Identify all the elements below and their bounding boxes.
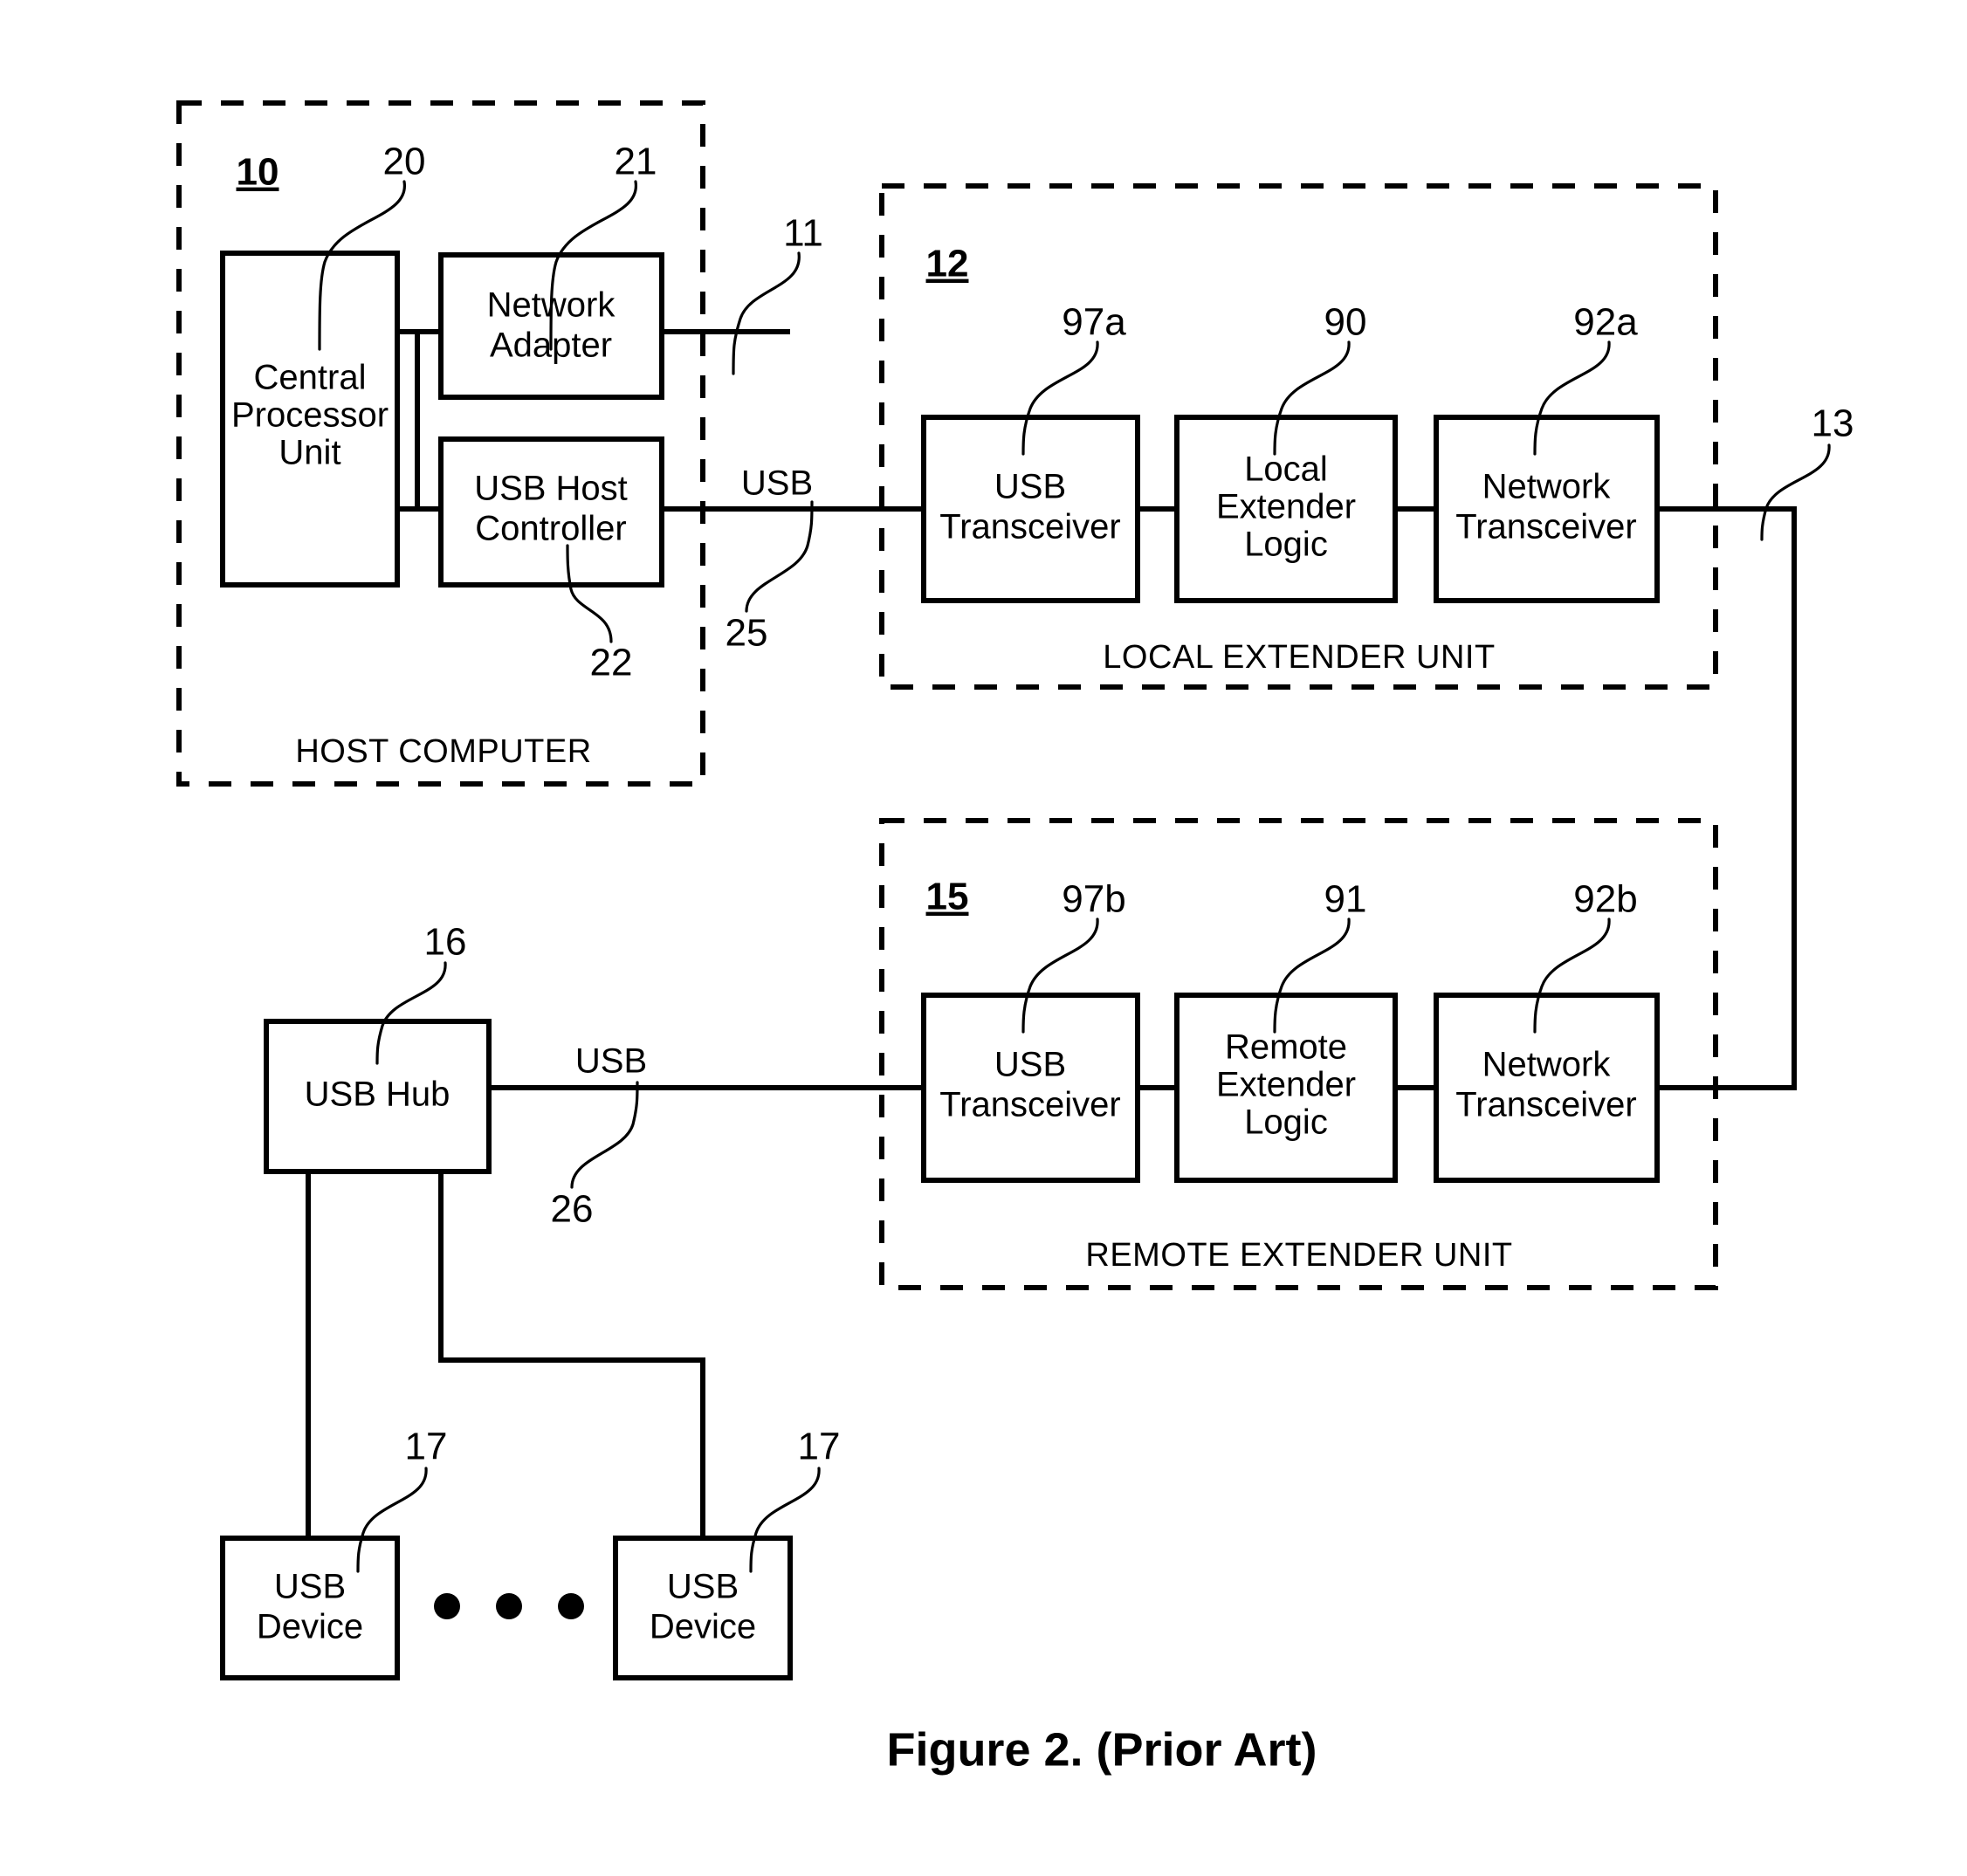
block-local-extender-logic-line1: Local	[1244, 450, 1328, 489]
block-local-network-transceiver-line1: Network	[1482, 468, 1612, 506]
ref-host-computer: 10	[237, 151, 279, 194]
block-local-network-transceiver-line2: Transceiver	[1455, 508, 1636, 546]
label-host-usb-bus: USB	[741, 464, 813, 503]
ref-network-adapter: 21	[615, 141, 657, 183]
block-cpu-line1: Central	[254, 359, 367, 397]
ref-usb-device-right: 17	[798, 1426, 841, 1468]
ellipsis-dot-2	[496, 1593, 522, 1619]
ref-local-network-transceiver: 92a	[1573, 301, 1638, 344]
block-remote-extender-logic-line3: Logic	[1244, 1103, 1328, 1142]
block-usb-device-right-line1: USB	[667, 1568, 739, 1606]
block-usb-host-controller-line1: USB Host	[474, 470, 628, 508]
ellipsis-dot-1	[434, 1593, 460, 1619]
block-usb-device-right-line2: Device	[650, 1608, 756, 1646]
ref-cpu: 20	[383, 141, 426, 183]
ref-local-extender: 12	[926, 243, 969, 285]
block-local-extender-logic-line2: Extender	[1216, 488, 1356, 526]
label-remote-usb-bus: USB	[575, 1042, 647, 1081]
leader-line-remote-usb-bus	[570, 1081, 639, 1189]
diagram-canvas: Central Processor Unit Network Adapter U…	[176, 100, 1854, 1776]
block-remote-extender-logic-line1: Remote	[1225, 1028, 1347, 1067]
block-usb-device-left-line2: Device	[257, 1608, 363, 1646]
ref-remote-extender-logic: 91	[1324, 878, 1367, 921]
block-remote-network-transceiver-line1: Network	[1482, 1046, 1612, 1084]
block-usb-host-controller-line2: Controller	[475, 510, 626, 548]
wire-network-backbone	[1657, 506, 1797, 1090]
leader-line-host-usb-bus	[745, 500, 814, 613]
block-remote-usb-transceiver-line2: Transceiver	[939, 1086, 1120, 1124]
block-cpu-line2: Processor	[231, 396, 389, 435]
block-local-usb-transceiver-line1: USB	[994, 468, 1066, 506]
ref-host-usb-bus: 25	[726, 612, 768, 655]
block-usb-hub-line1: USB Hub	[305, 1075, 450, 1114]
ref-remote-usb-bus: 26	[551, 1188, 594, 1231]
leader-line-network-link	[732, 251, 801, 375]
block-remote-network-transceiver-line2: Transceiver	[1455, 1086, 1636, 1124]
ref-network-link: 11	[783, 212, 823, 255]
block-cpu-line3: Unit	[279, 434, 340, 472]
block-remote-extender-logic-line2: Extender	[1216, 1066, 1356, 1104]
patent-figure-2: Central Processor Unit Network Adapter U…	[0, 0, 1967, 1876]
ellipsis-dot-3	[558, 1593, 584, 1619]
caption-local-extender: LOCAL EXTENDER UNIT	[1103, 639, 1495, 676]
ref-remote-extender: 15	[926, 876, 969, 918]
ref-remote-usb-transceiver: 97b	[1062, 878, 1125, 921]
figure-caption: Figure 2. (Prior Art)	[886, 1723, 1317, 1776]
ref-network-backbone: 13	[1812, 402, 1854, 445]
ref-usb-device-left: 17	[405, 1426, 448, 1468]
ref-usb-host-controller: 22	[590, 642, 633, 684]
ref-local-extender-logic: 90	[1324, 301, 1367, 344]
block-local-usb-transceiver-line2: Transceiver	[939, 508, 1120, 546]
ref-usb-hub: 16	[424, 921, 467, 964]
caption-host-computer: HOST COMPUTER	[295, 733, 591, 770]
caption-remote-extender: REMOTE EXTENDER UNIT	[1085, 1237, 1512, 1274]
block-remote-usb-transceiver-line1: USB	[994, 1046, 1066, 1084]
ref-remote-network-transceiver: 92b	[1573, 878, 1637, 921]
ref-local-usb-transceiver: 97a	[1062, 301, 1126, 344]
block-local-extender-logic-line3: Logic	[1244, 526, 1328, 564]
block-usb-device-left-line1: USB	[274, 1568, 346, 1606]
